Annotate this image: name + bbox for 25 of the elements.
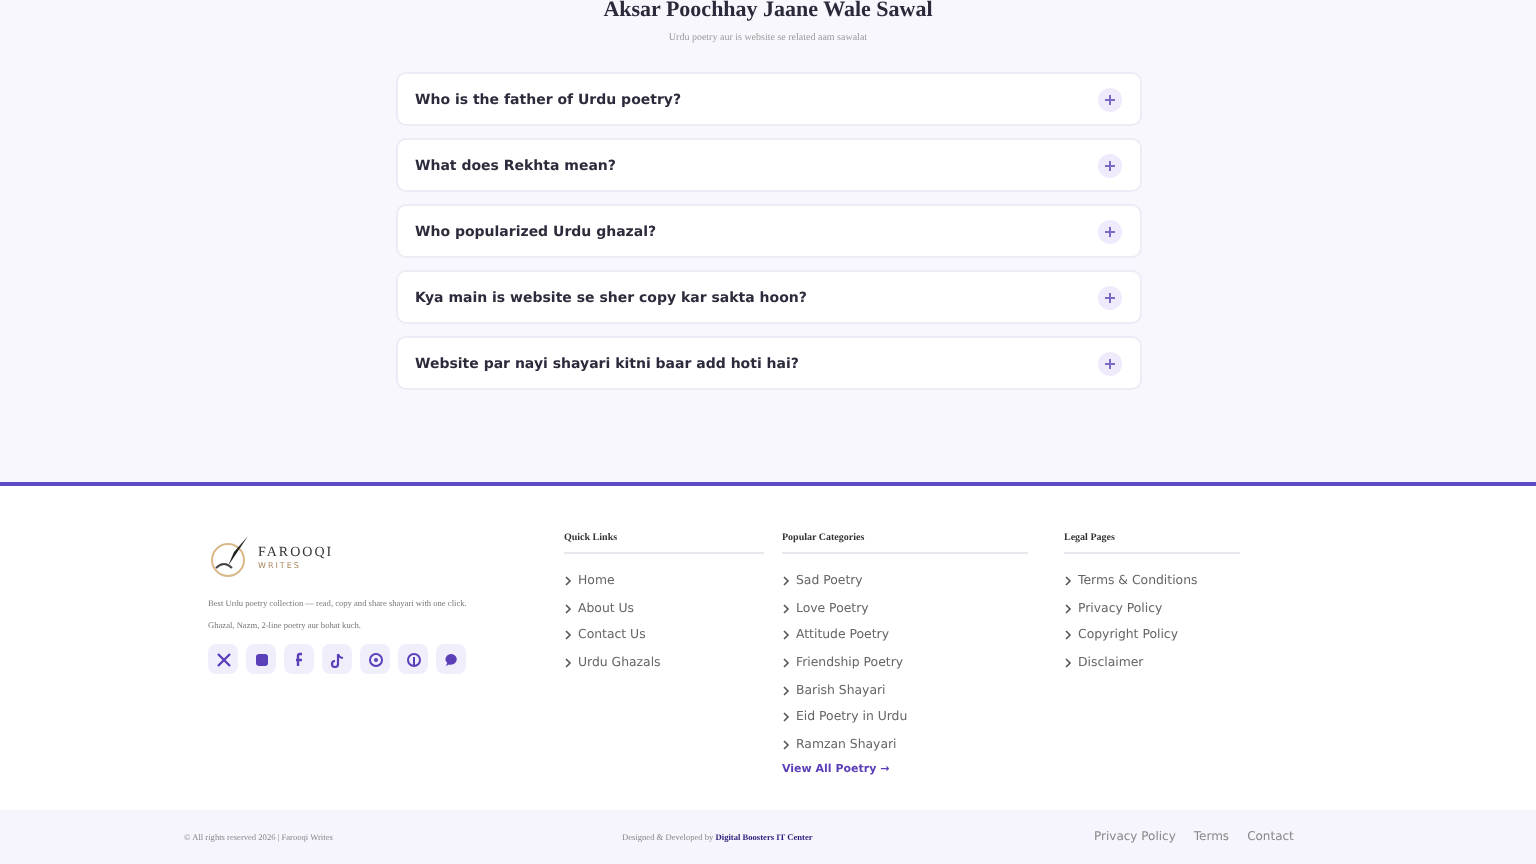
chevron-icon	[564, 630, 572, 641]
x-icon[interactable]	[208, 644, 238, 674]
chevron-icon	[782, 739, 790, 750]
chevron-icon	[564, 658, 572, 669]
plus-icon	[1097, 285, 1121, 309]
chevron-icon	[1064, 576, 1072, 587]
chevron-icon	[1064, 630, 1072, 641]
chevron-icon	[782, 603, 790, 614]
facebook-icon[interactable]	[284, 644, 314, 674]
plus-icon	[1097, 219, 1121, 243]
chevron-icon	[782, 576, 790, 587]
plus-icon	[1097, 87, 1121, 111]
plus-icon	[1097, 351, 1121, 375]
section-title: Aksar Poochhay Jaane Wale Sawal	[603, 0, 933, 22]
chevron-icon	[1064, 658, 1072, 669]
music-note-icon[interactable]	[322, 644, 352, 674]
chevron-icon	[782, 630, 790, 641]
chevron-icon	[564, 603, 572, 614]
plus-icon	[1097, 153, 1121, 177]
chat-bubble-icon[interactable]	[436, 644, 466, 674]
chevron-icon	[1064, 603, 1072, 614]
chevron-icon	[782, 712, 790, 723]
chevron-icon	[782, 685, 790, 696]
chevron-icon	[564, 576, 572, 587]
chevron-icon	[782, 658, 790, 669]
